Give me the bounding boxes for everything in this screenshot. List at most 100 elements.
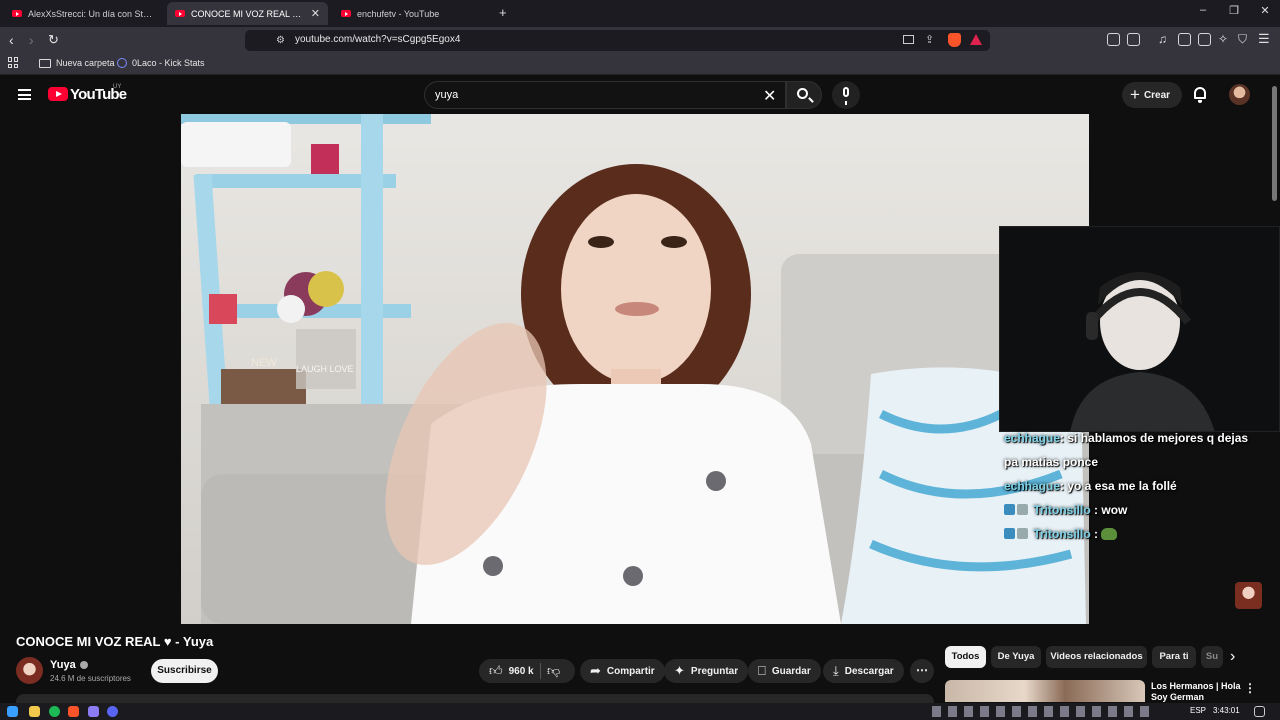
save-label: Guardar — [771, 665, 811, 677]
bookmark-link[interactable]: 0Laco - Kick Stats — [117, 58, 205, 68]
more-horiz-icon: ⋯ — [916, 663, 928, 677]
share-icon: ➦ — [590, 663, 601, 678]
channel-name[interactable]: Yuya — [50, 659, 88, 671]
create-label: Crear — [1143, 89, 1171, 101]
notifications-bell-icon[interactable] — [1194, 87, 1206, 103]
chat-text: pa matias ponce — [1004, 455, 1099, 469]
recommended-thumbnail[interactable] — [945, 680, 1145, 702]
more-actions-button[interactable]: ⋯ — [910, 659, 934, 683]
search-input[interactable]: yuya ✕ — [424, 81, 786, 109]
bookmark-folder[interactable]: Nueva carpeta — [39, 58, 115, 68]
cast-icon[interactable] — [903, 35, 914, 44]
reload-icon[interactable]: ↻ — [48, 31, 59, 49]
ask-button[interactable]: ✦ Preguntar — [664, 659, 749, 683]
clear-search-icon[interactable]: ✕ — [763, 86, 776, 106]
share-button[interactable]: ➦ Compartir — [580, 659, 665, 683]
search-button[interactable] — [786, 81, 822, 109]
system-tray-icons[interactable] — [932, 706, 1152, 717]
file-explorer-icon[interactable] — [29, 706, 40, 717]
chat-text: : wow — [1094, 503, 1128, 517]
brave-shield-icon[interactable] — [948, 33, 961, 47]
brave-rewards-icon[interactable] — [970, 34, 982, 45]
chat-message: Tritonsillo : wow — [1004, 498, 1276, 522]
app-icon[interactable] — [88, 706, 99, 717]
browser-tab[interactable]: AlexXsStrecci: Un día con Strecci - Yo..… — [4, 2, 162, 25]
chip-partial[interactable]: Su — [1201, 646, 1223, 668]
page-scrollbar[interactable] — [1272, 86, 1277, 201]
tab-title: enchufetv - YouTube — [357, 8, 440, 19]
close-window-icon[interactable]: ✕ — [1250, 4, 1280, 17]
minimize-icon[interactable]: – — [1188, 4, 1218, 16]
search-query: yuya — [435, 89, 459, 101]
channel-avatar[interactable] — [16, 657, 43, 684]
back-icon[interactable]: ‹ — [9, 31, 14, 49]
vpn-icon[interactable]: ⛉ — [1238, 32, 1247, 47]
guide-menu-icon[interactable] — [18, 89, 31, 100]
bookmark-label: Nueva carpeta — [56, 58, 115, 68]
music-icon[interactable]: ♫ — [1158, 32, 1167, 46]
wallet-alt-icon[interactable] — [1198, 33, 1211, 46]
save-button[interactable]: ⎕ Guardar — [748, 659, 821, 683]
site-settings-icon[interactable]: ⚙ — [276, 35, 285, 46]
search-icon — [797, 88, 808, 99]
tab-title: CONOCE MI VOZ REAL ♥ - Yuya — [191, 8, 305, 19]
user-avatar[interactable] — [1229, 84, 1250, 105]
chevron-right-icon[interactable]: › — [1230, 648, 1235, 666]
restore-icon[interactable]: ❐ — [1219, 4, 1249, 17]
video-player[interactable]: NEW LAUGH LOVE — [181, 114, 1089, 624]
channel-name-text: Yuya — [50, 659, 76, 671]
tab-close-icon[interactable]: ✕ — [311, 7, 320, 20]
dislike-button[interactable]: 👎︎ — [547, 663, 560, 679]
bookmark-save-icon: ⎕ — [758, 663, 766, 678]
chip-from-channel[interactable]: De Yuya — [991, 646, 1041, 668]
menu-icon[interactable]: ☰ — [1258, 31, 1270, 47]
wallet-icon[interactable] — [1127, 33, 1140, 46]
chat-username: Tritonsillo — [1033, 503, 1091, 517]
spotify-icon[interactable] — [49, 706, 60, 717]
recommended-title[interactable]: Los Hermanos | Hola Soy German — [1151, 681, 1241, 703]
brave-icon[interactable] — [68, 706, 79, 717]
more-vert-icon[interactable]: ⋮ — [1244, 681, 1256, 695]
chat-badge-icon — [1017, 528, 1028, 539]
sign-new: NEW — [251, 357, 277, 369]
notifications-icon[interactable] — [1254, 706, 1265, 717]
share-page-icon[interactable]: ⇪ — [925, 33, 934, 46]
start-icon[interactable] — [7, 706, 18, 717]
language-indicator[interactable]: ESP — [1190, 706, 1206, 715]
chip-related[interactable]: Videos relacionados — [1046, 646, 1147, 668]
leo-ai-icon[interactable]: ✧ — [1218, 32, 1228, 46]
chip-for-you[interactable]: Para ti — [1152, 646, 1196, 668]
video-frame: NEW LAUGH LOVE — [181, 114, 1089, 624]
address-bar[interactable]: ⚙ youtube.com/watch?v=sCgpg5Egox4 ⇪ — [245, 30, 990, 51]
bookmark-label: 0Laco - Kick Stats — [132, 58, 205, 68]
browser-tab[interactable]: enchufetv - YouTube — [333, 2, 493, 25]
sidebar-icon[interactable] — [1178, 33, 1191, 46]
kick-stats-favicon-icon — [117, 58, 127, 68]
bookmarks-bar: Nueva carpeta 0Laco - Kick Stats — [0, 53, 1280, 75]
apps-grid-icon[interactable] — [8, 57, 19, 68]
extensions-icon[interactable] — [1107, 33, 1120, 46]
forward-icon[interactable]: › — [29, 31, 34, 49]
browser-tab-strip: AlexXsStrecci: Un día con Strecci - Yo..… — [0, 0, 1280, 27]
tab-title: AlexXsStrecci: Un día con Strecci - Yo..… — [28, 8, 154, 19]
chat-badge-icon — [1004, 528, 1015, 539]
discord-icon[interactable] — [107, 706, 118, 717]
download-button[interactable]: ⤓ Descargar — [823, 659, 904, 683]
like-divider — [540, 663, 541, 679]
miniplayer-avatar[interactable] — [1235, 582, 1262, 609]
browser-tab-active[interactable]: CONOCE MI VOZ REAL ♥ - Yuya ✕ — [167, 2, 328, 25]
stream-chat-overlay: echhague: si hablamos de mejores q dejas… — [1004, 426, 1276, 546]
chat-message: echhague: si hablamos de mejores q dejas — [1004, 426, 1276, 450]
like-button[interactable]: 👍︎ 960 k — [479, 659, 540, 683]
new-tab-button[interactable]: + — [499, 5, 507, 20]
subscribe-button[interactable]: Suscribirse — [151, 659, 218, 683]
chat-message: echhague: yo a esa me la follé — [1004, 474, 1276, 498]
clock[interactable]: 3:43:01 — [1213, 706, 1240, 715]
chip-all[interactable]: Todos — [945, 646, 986, 668]
share-label: Compartir — [606, 665, 655, 677]
youtube-logo-icon[interactable] — [48, 87, 68, 101]
folder-icon — [39, 58, 51, 68]
voice-search-button[interactable] — [832, 81, 860, 109]
youtube-favicon-icon — [12, 10, 22, 17]
create-button[interactable]: + Crear — [1122, 82, 1182, 108]
